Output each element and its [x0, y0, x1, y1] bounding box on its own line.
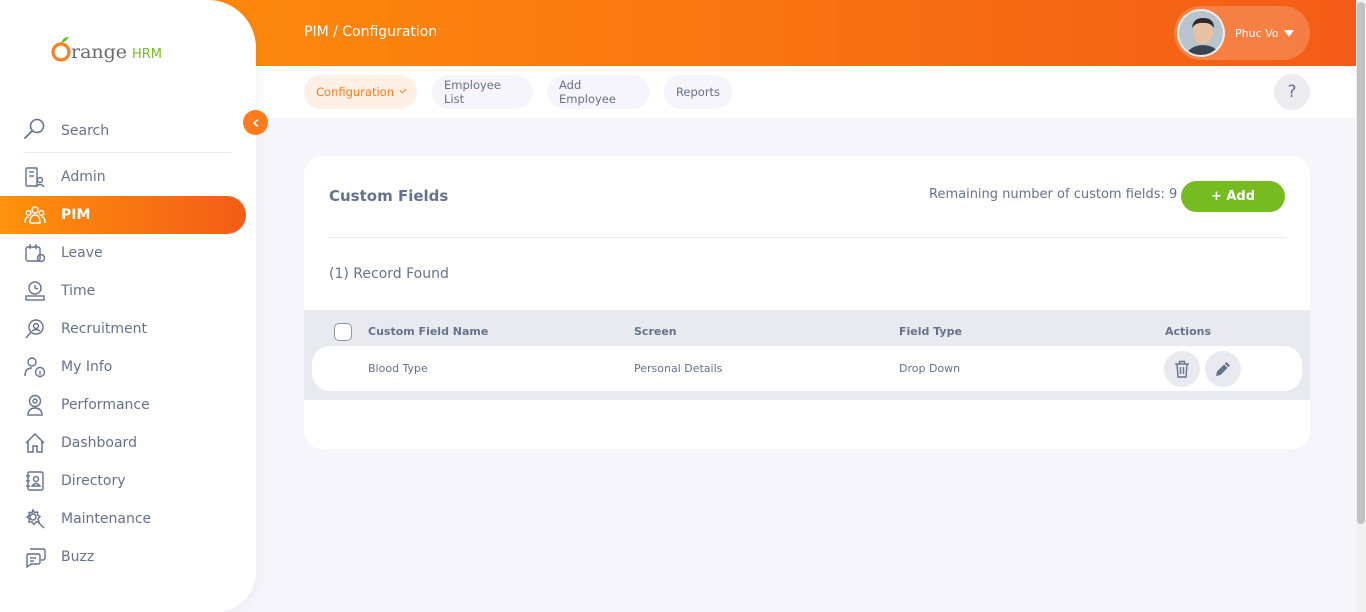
sidebar-item-label: My Info [61, 359, 113, 375]
orangehrm-logo[interactable]: range HRM [50, 34, 170, 66]
sidebar: range HRM Search Admin PIM Leave Time Re… [0, 0, 256, 612]
remaining-count: Remaining number of custom fields: 9 [929, 187, 1178, 202]
sidebar-item-directory[interactable]: Directory [0, 462, 246, 500]
column-header[interactable]: Screen [634, 325, 677, 338]
logo-suffix: HRM [132, 47, 162, 62]
sidebar-item-label: PIM [61, 207, 91, 223]
sidebar-item-label: Performance [61, 397, 150, 413]
custom-fields-card: Custom Fields Remaining number of custom… [304, 156, 1310, 449]
tab-employee-list[interactable]: Employee List [432, 75, 533, 109]
my-info-icon [23, 355, 47, 379]
sidebar-search[interactable]: Search [23, 110, 231, 153]
sidebar-item-time[interactable]: Time [0, 272, 246, 310]
sidebar-item-label: Recruitment [61, 321, 148, 337]
sidebar-item-buzz[interactable]: Buzz [0, 538, 246, 576]
user-dropdown[interactable]: Phuc Vo [1174, 6, 1310, 60]
tab-label: Add Employee [559, 78, 616, 106]
cell-field-type: Drop Down [899, 362, 961, 375]
column-header[interactable]: Custom Field Name [368, 325, 488, 338]
maintenance-icon [23, 507, 47, 531]
sidebar-item-maintenance[interactable]: Maintenance [0, 500, 246, 538]
tab-reports[interactable]: Reports [664, 75, 732, 109]
search-icon [23, 117, 47, 145]
record-count: (1) Record Found [329, 266, 449, 282]
directory-icon [23, 469, 47, 493]
admin-icon [23, 165, 47, 189]
tab-add-employee[interactable]: Add Employee [547, 75, 650, 109]
cell-field-name: Blood Type [368, 362, 428, 375]
edit-button[interactable] [1205, 351, 1241, 387]
chevron-left-icon [252, 118, 258, 127]
sidebar-item-leave[interactable]: Leave [0, 234, 246, 272]
chevron-down-icon [399, 86, 407, 94]
column-header[interactable]: Field Type [899, 325, 962, 338]
tab-label: Configuration [316, 85, 394, 99]
sidebar-collapse-button[interactable] [243, 110, 268, 135]
sidebar-item-label: Leave [61, 245, 103, 261]
dashboard-icon [23, 431, 47, 455]
tab-label: Reports [675, 85, 721, 99]
search-label: Search [61, 123, 110, 139]
sidebar-item-my-info[interactable]: My Info [0, 348, 246, 386]
buzz-icon [23, 545, 47, 569]
pencil-icon [1216, 362, 1230, 376]
sidebar-item-recruitment[interactable]: Recruitment [0, 310, 246, 348]
sidebar-item-admin[interactable]: Admin [0, 158, 246, 196]
sidebar-item-label: Directory [61, 473, 126, 489]
sidebar-item-label: Dashboard [61, 435, 137, 451]
column-header: Actions [1165, 325, 1211, 338]
user-name: Phuc Vo [1235, 26, 1279, 40]
sidebar-item-label: Maintenance [61, 511, 152, 527]
table-row[interactable]: Blood Type Personal Details Drop Down [312, 346, 1302, 391]
tab-label: Employee List [444, 78, 501, 106]
page-title: Custom Fields [329, 187, 449, 205]
trash-icon [1175, 360, 1189, 378]
logo-text: range [71, 41, 127, 63]
sidebar-item-performance[interactable]: Performance [0, 386, 246, 424]
breadcrumb: PIM / Configuration [304, 24, 438, 40]
sidebar-item-label: Time [61, 283, 96, 299]
scroll-thumb[interactable] [1357, 2, 1365, 524]
sidebar-item-dashboard[interactable]: Dashboard [0, 424, 246, 462]
divider [329, 237, 1286, 238]
help-button[interactable]: ? [1274, 74, 1310, 110]
scrollbar[interactable] [1356, 0, 1366, 612]
delete-button[interactable] [1164, 351, 1200, 387]
select-all-checkbox[interactable] [334, 323, 352, 341]
avatar [1177, 9, 1225, 57]
data-table: Custom Field Name Screen Field Type Acti… [304, 310, 1310, 400]
pim-icon [23, 203, 47, 227]
recruitment-icon [23, 317, 47, 341]
cell-screen: Personal Details [634, 362, 723, 375]
time-icon [23, 279, 47, 303]
performance-icon [23, 393, 47, 417]
add-button[interactable]: + Add [1181, 181, 1285, 212]
caret-down-icon [1283, 29, 1294, 37]
sidebar-item-label: Buzz [61, 549, 95, 565]
leave-icon [23, 241, 47, 265]
sidebar-item-pim[interactable]: PIM [0, 196, 246, 234]
sidebar-item-label: Admin [61, 169, 106, 185]
secondary-nav: Configuration Employee List Add Employee… [256, 66, 1356, 118]
tab-configuration[interactable]: Configuration [304, 75, 417, 109]
